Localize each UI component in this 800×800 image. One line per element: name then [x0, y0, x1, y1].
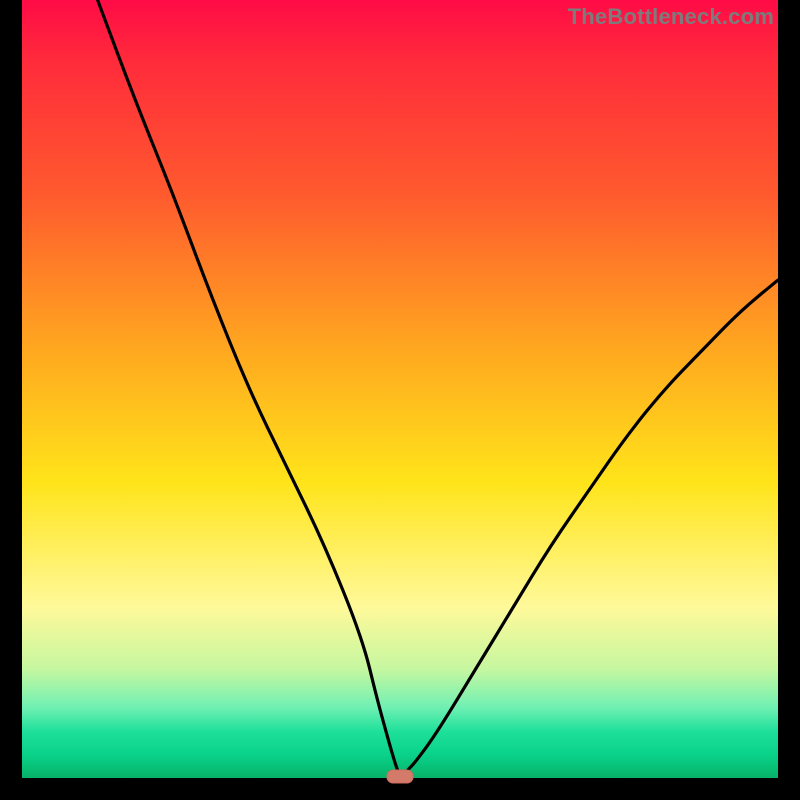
gradient-panel: [22, 0, 778, 778]
optimum-marker: [387, 770, 413, 783]
bottleneck-curve-path: [98, 0, 778, 775]
bottleneck-curve-svg: [22, 0, 778, 778]
watermark-text: TheBottleneck.com: [568, 4, 774, 30]
chart-stage: TheBottleneck.com: [0, 0, 800, 800]
